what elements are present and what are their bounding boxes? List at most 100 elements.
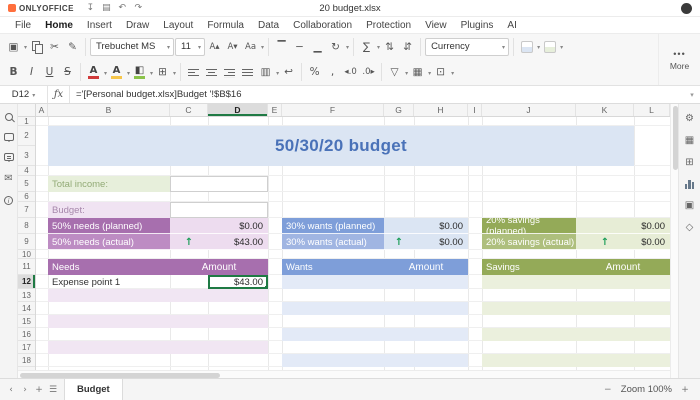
cell-wants-header[interactable]: Wants	[282, 259, 384, 275]
cell-wants-amount-header[interactable]: Amount	[384, 259, 468, 275]
name-box[interactable]: D12	[0, 86, 48, 103]
cell[interactable]	[48, 354, 268, 367]
font-size-select[interactable]: 11	[175, 38, 205, 56]
bold-button[interactable]: B	[5, 62, 22, 82]
vertical-scrollbar[interactable]	[670, 104, 678, 378]
copy-button[interactable]	[28, 37, 45, 57]
cell[interactable]	[36, 289, 48, 302]
increase-font-button[interactable]: A▴	[206, 37, 223, 57]
prev-sheet-icon[interactable]: ‹	[4, 385, 18, 395]
sheet-tab-budget[interactable]: Budget	[64, 379, 123, 400]
column-header-F[interactable]: F	[282, 104, 384, 116]
zoom-out-button[interactable]: −	[601, 385, 615, 395]
cell-settings-icon[interactable]: ▦	[685, 135, 694, 146]
feedback-icon[interactable]: ✉	[4, 173, 12, 184]
cell[interactable]	[36, 275, 48, 289]
column-header-I[interactable]: I	[468, 104, 482, 116]
table-row[interactable]	[36, 354, 670, 367]
cell[interactable]	[282, 328, 468, 341]
cell-needs-header[interactable]: Needs	[48, 259, 170, 275]
cell[interactable]	[468, 302, 482, 315]
sheet-row-banner[interactable]: 50/30/20 budget	[36, 126, 670, 166]
cell[interactable]	[36, 234, 48, 250]
row-header-3[interactable]: 3	[18, 146, 35, 166]
tab-collaboration[interactable]: Collaboration	[286, 20, 359, 31]
table-settings-icon[interactable]: ⊞	[685, 157, 693, 168]
cell-wants-actual-value[interactable]: $0.00	[414, 234, 468, 250]
cell[interactable]	[36, 328, 48, 341]
sheet-row-table-headers[interactable]: Needs Amount Wants Amount Savings Amount	[36, 259, 670, 275]
cell-budget-label[interactable]: Budget:	[48, 202, 170, 218]
row-header-7[interactable]: 7	[18, 202, 35, 218]
cell[interactable]	[48, 302, 268, 315]
decrease-decimal-button[interactable]: ◂.0	[342, 62, 359, 82]
cell[interactable]	[282, 354, 468, 367]
user-avatar[interactable]	[681, 3, 692, 14]
search-icon[interactable]	[5, 113, 13, 121]
cell[interactable]	[482, 302, 670, 315]
row-header-12[interactable]: 12	[18, 275, 35, 289]
underline-button[interactable]: U	[41, 62, 58, 82]
row-header-8[interactable]: 8	[18, 218, 35, 234]
cell[interactable]	[468, 328, 482, 341]
sheet-row[interactable]	[36, 166, 670, 176]
merge-cells-button[interactable]: ▥	[257, 62, 274, 82]
align-middle-button[interactable]: −	[291, 37, 308, 57]
wrap-text-button[interactable]: ↩	[280, 62, 297, 82]
cut-button[interactable]: ✂	[46, 37, 63, 57]
row-header-11[interactable]: 11	[18, 259, 35, 275]
cell-needs-planned-value[interactable]: $0.00	[170, 218, 268, 234]
cell[interactable]	[170, 275, 208, 289]
shape-settings-icon[interactable]: ◇	[686, 222, 694, 233]
column-header-G[interactable]: G	[384, 104, 414, 116]
cell[interactable]	[268, 234, 282, 250]
cell[interactable]	[468, 234, 482, 250]
sort-ascending-button[interactable]: ⇅	[381, 37, 398, 57]
row-header-17[interactable]: 17	[18, 341, 35, 354]
fill-color-button[interactable]: ◧	[131, 62, 148, 82]
horizontal-scrollbar[interactable]	[18, 370, 670, 378]
sheet-row-budget[interactable]: Budget:	[36, 202, 670, 218]
settings-gear-icon[interactable]: ⚙	[685, 113, 694, 124]
cell[interactable]	[48, 289, 268, 302]
selected-cell-D12[interactable]: $43.00	[208, 275, 268, 289]
print-icon[interactable]: ▤	[100, 3, 113, 13]
cell[interactable]	[48, 341, 268, 354]
vertical-scrollbar-thumb[interactable]	[673, 106, 678, 170]
chart-settings-icon[interactable]	[685, 179, 695, 189]
spreadsheet-grid[interactable]: 50/30/20 budget Total income: Budget:	[36, 117, 670, 370]
about-icon[interactable]: i	[4, 196, 13, 205]
column-header-L[interactable]: L	[634, 104, 670, 116]
cell-savings-planned-label[interactable]: 20% savings (planned)	[482, 218, 576, 234]
cell[interactable]	[268, 218, 282, 234]
sheet-row-total-income[interactable]: Total income:	[36, 176, 670, 192]
sheet-row[interactable]	[36, 250, 670, 259]
cell-style-gallery-2[interactable]	[541, 37, 558, 57]
italic-button[interactable]: I	[23, 62, 40, 82]
align-right-button[interactable]	[221, 62, 238, 82]
undo-icon[interactable]: ↶	[116, 3, 129, 13]
cell[interactable]	[36, 126, 48, 166]
cell[interactable]	[268, 328, 282, 341]
comma-style-button[interactable]: ,	[324, 62, 341, 82]
cell-total-income-label[interactable]: Total income:	[48, 176, 170, 192]
cell[interactable]	[468, 275, 482, 289]
increase-decimal-button[interactable]: .0▸	[360, 62, 377, 82]
cell[interactable]	[482, 354, 670, 367]
cell-wants-planned-value[interactable]: $0.00	[384, 218, 468, 234]
table-row[interactable]	[36, 315, 670, 328]
cell-expense-name[interactable]: Expense point 1	[48, 275, 170, 289]
strikethrough-button[interactable]: S	[59, 62, 76, 82]
row-header-2[interactable]: 2	[18, 126, 35, 146]
cell-budget-input[interactable]	[170, 202, 268, 218]
cell[interactable]	[468, 218, 482, 234]
change-case-button[interactable]: Aa	[242, 37, 259, 57]
table-row[interactable]	[36, 302, 670, 315]
cell[interactable]	[482, 275, 670, 289]
align-top-button[interactable]: ▔	[273, 37, 290, 57]
align-bottom-button[interactable]: ▁	[309, 37, 326, 57]
row-header-5[interactable]: 5	[18, 176, 35, 192]
formula-input[interactable]: ='[Personal budget.xlsx]Budget '!$B$16	[70, 89, 684, 100]
column-header-E[interactable]: E	[268, 104, 282, 116]
cell-savings-amount-header[interactable]: Amount	[576, 259, 670, 275]
